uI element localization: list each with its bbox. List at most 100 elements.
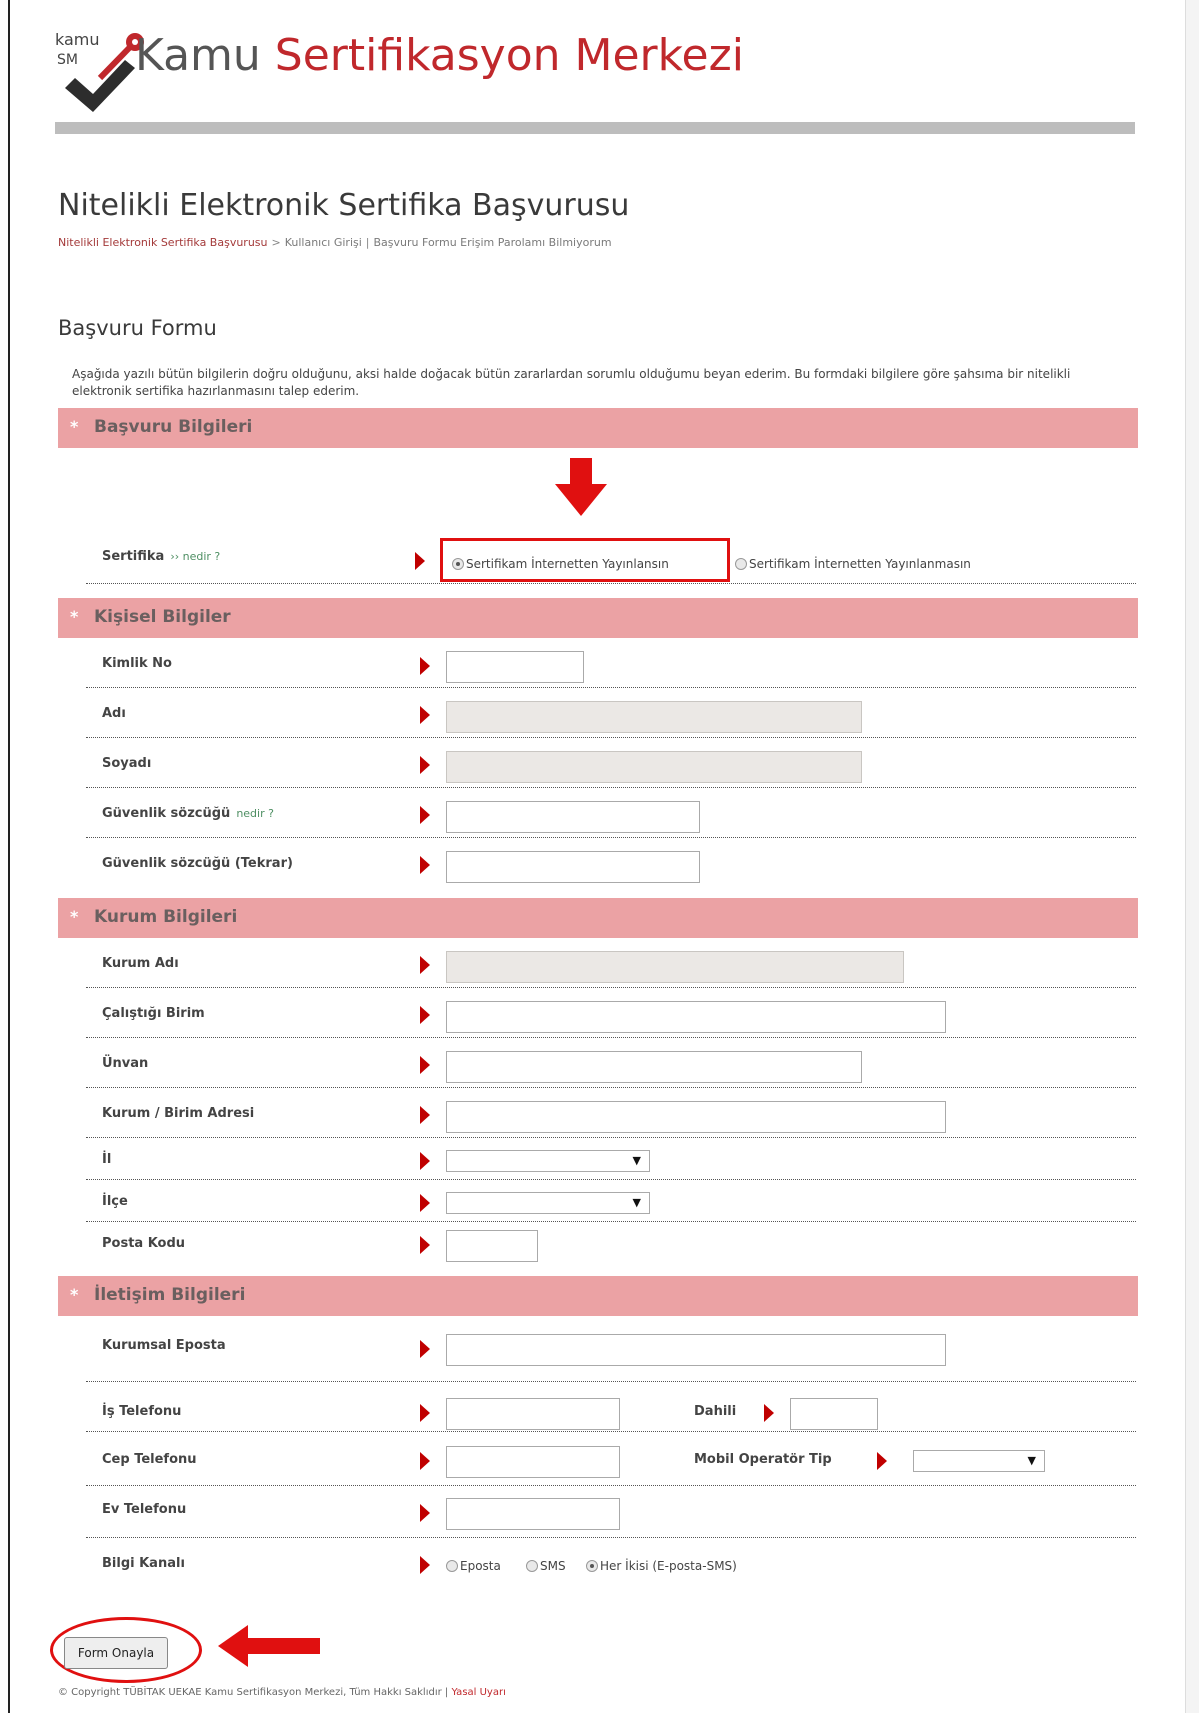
first-name-label: Adı	[102, 706, 126, 721]
certificate-label: Sertifika ›› nedir ?	[102, 549, 221, 564]
footer: © Copyright TÜBİTAK UEKAE Kamu Sertifika…	[58, 1687, 506, 1698]
red-triangle-icon	[420, 1404, 430, 1422]
required-marker: *	[70, 417, 79, 436]
legal-notice-link[interactable]: Yasal Uyarı	[451, 1687, 505, 1698]
red-triangle-icon	[420, 1152, 430, 1170]
red-triangle-icon	[420, 657, 430, 675]
address-label: Kurum / Birim Adresi	[102, 1106, 255, 1121]
red-triangle-icon	[420, 1006, 430, 1024]
postal-code-label: Posta Kodu	[102, 1236, 186, 1251]
section-label: İletişim Bilgileri	[94, 1285, 246, 1305]
security-word-input[interactable]	[446, 801, 700, 833]
form-confirm-button[interactable]: Form Onayla	[64, 1637, 168, 1669]
section-contact-info: * İletişim Bilgileri	[58, 1276, 1138, 1316]
job-title-label: Ünvan	[102, 1056, 149, 1071]
district-label: İlçe	[102, 1194, 128, 1209]
corporate-email-input[interactable]	[446, 1334, 946, 1366]
red-triangle-icon	[420, 806, 430, 824]
red-triangle-icon	[877, 1452, 887, 1470]
corporate-email-label: Kurumsal Eposta	[102, 1338, 226, 1353]
breadcrumb-separator: >	[271, 236, 281, 249]
radio-button[interactable]	[735, 557, 747, 570]
forgot-password-link[interactable]: Başvuru Formu Erişim Parolamı Bilmiyorum	[374, 236, 612, 249]
security-word-repeat-label: Güvenlik sözcüğü (Tekrar)	[102, 856, 293, 871]
last-name-input[interactable]	[446, 751, 862, 783]
copyright-text: © Copyright TÜBİTAK UEKAE Kamu Sertifika…	[58, 1687, 449, 1698]
red-arrow-icon	[555, 458, 607, 516]
required-marker: *	[70, 607, 79, 626]
site-title-part2: Sertifikasyon Merkezi	[274, 30, 744, 81]
breadcrumb-item-application[interactable]: Nitelikli Elektronik Sertifika Başvurusu	[58, 236, 268, 249]
security-word-label: Güvenlik sözcüğü nedir ?	[102, 806, 274, 821]
red-triangle-icon	[420, 1236, 430, 1254]
work-phone-input[interactable]	[446, 1398, 620, 1430]
section-label: Kurum Bilgileri	[94, 907, 238, 927]
red-triangle-icon	[420, 706, 430, 724]
extension-input[interactable]	[790, 1398, 878, 1430]
breadcrumb-separator: |	[365, 236, 370, 249]
last-name-label: Soyadı	[102, 756, 152, 771]
first-name-input[interactable]	[446, 701, 862, 733]
chevron-down-icon: ▼	[632, 1196, 641, 1209]
red-arrow-icon	[218, 1625, 320, 1667]
red-triangle-icon	[420, 756, 430, 774]
mobile-operator-label: Mobil Operatör Tip	[694, 1452, 832, 1467]
red-triangle-icon	[415, 552, 425, 570]
postal-code-input[interactable]	[446, 1230, 538, 1262]
form-title: Başvuru Formu	[58, 316, 217, 340]
mobile-operator-select[interactable]: ▼	[913, 1450, 1045, 1472]
district-select[interactable]: ▼	[446, 1192, 650, 1214]
mobile-phone-input[interactable]	[446, 1446, 620, 1478]
chevron-down-icon: ▼	[1027, 1454, 1036, 1467]
breadcrumb: Nitelikli Elektronik Sertifika Başvurusu…	[58, 236, 612, 249]
section-institution-info: * Kurum Bilgileri	[58, 898, 1138, 938]
page-title: Nitelikli Elektronik Sertifika Başvurusu	[58, 188, 630, 223]
section-personal-info: * Kişisel Bilgiler	[58, 598, 1138, 638]
radio-button[interactable]	[526, 1559, 538, 1572]
radio-channel-both[interactable]: Her İkisi (E-posta-SMS)	[586, 1558, 737, 1573]
row-identity-number: Kimlik No	[86, 638, 1136, 688]
site-title: Kamu Sertifikasyon Merkezi	[135, 30, 744, 81]
mobile-phone-label: Cep Telefonu	[102, 1452, 197, 1467]
header-divider	[55, 122, 1135, 134]
job-title-input[interactable]	[446, 1051, 862, 1083]
chevron-down-icon: ▼	[632, 1154, 641, 1167]
red-triangle-icon	[420, 1504, 430, 1522]
radio-channel-sms[interactable]: SMS	[526, 1558, 566, 1573]
site-title-part1: Kamu	[135, 30, 261, 81]
security-word-repeat-input[interactable]	[446, 851, 700, 883]
home-phone-input[interactable]	[446, 1498, 620, 1530]
radio-button[interactable]	[446, 1559, 458, 1572]
vertical-scrollbar[interactable]	[1185, 0, 1199, 1713]
security-word-help-link[interactable]: nedir ?	[236, 807, 274, 820]
province-select[interactable]: ▼	[446, 1150, 650, 1172]
institution-name-label: Kurum Adı	[102, 956, 179, 971]
radio-button[interactable]	[586, 1559, 598, 1572]
home-phone-label: Ev Telefonu	[102, 1502, 187, 1517]
red-triangle-icon	[420, 1106, 430, 1124]
province-label: İl	[102, 1152, 112, 1167]
identity-number-input[interactable]	[446, 651, 584, 683]
institution-name-input[interactable]	[446, 951, 904, 983]
radio-do-not-publish[interactable]: Sertifikam İnternetten Yayınlanmasın	[735, 556, 971, 571]
red-triangle-icon	[420, 1556, 430, 1574]
red-triangle-icon	[420, 956, 430, 974]
work-phone-label: İş Telefonu	[102, 1404, 182, 1419]
department-label: Çalıştığı Birim	[102, 1006, 205, 1021]
red-triangle-icon	[420, 1194, 430, 1212]
red-triangle-icon	[420, 856, 430, 874]
department-input[interactable]	[446, 1001, 946, 1033]
red-triangle-icon	[420, 1056, 430, 1074]
radio-channel-email[interactable]: Eposta	[446, 1558, 501, 1573]
row-postal-code: Posta Kodu	[86, 1222, 1136, 1266]
identity-number-label: Kimlik No	[102, 656, 172, 671]
required-marker: *	[70, 907, 79, 926]
certificate-help-link[interactable]: ›› nedir ?	[170, 550, 220, 563]
info-channel-label: Bilgi Kanalı	[102, 1556, 185, 1571]
address-input[interactable]	[446, 1101, 946, 1133]
breadcrumb-item-login[interactable]: Kullanıcı Girişi	[285, 236, 362, 249]
section-application-info: * Başvuru Bilgileri	[58, 408, 1138, 448]
red-triangle-icon	[420, 1340, 430, 1358]
annotation-highlight-box	[440, 538, 730, 582]
intro-text: Aşağıda yazılı bütün bilgilerin doğru ol…	[72, 367, 1071, 398]
